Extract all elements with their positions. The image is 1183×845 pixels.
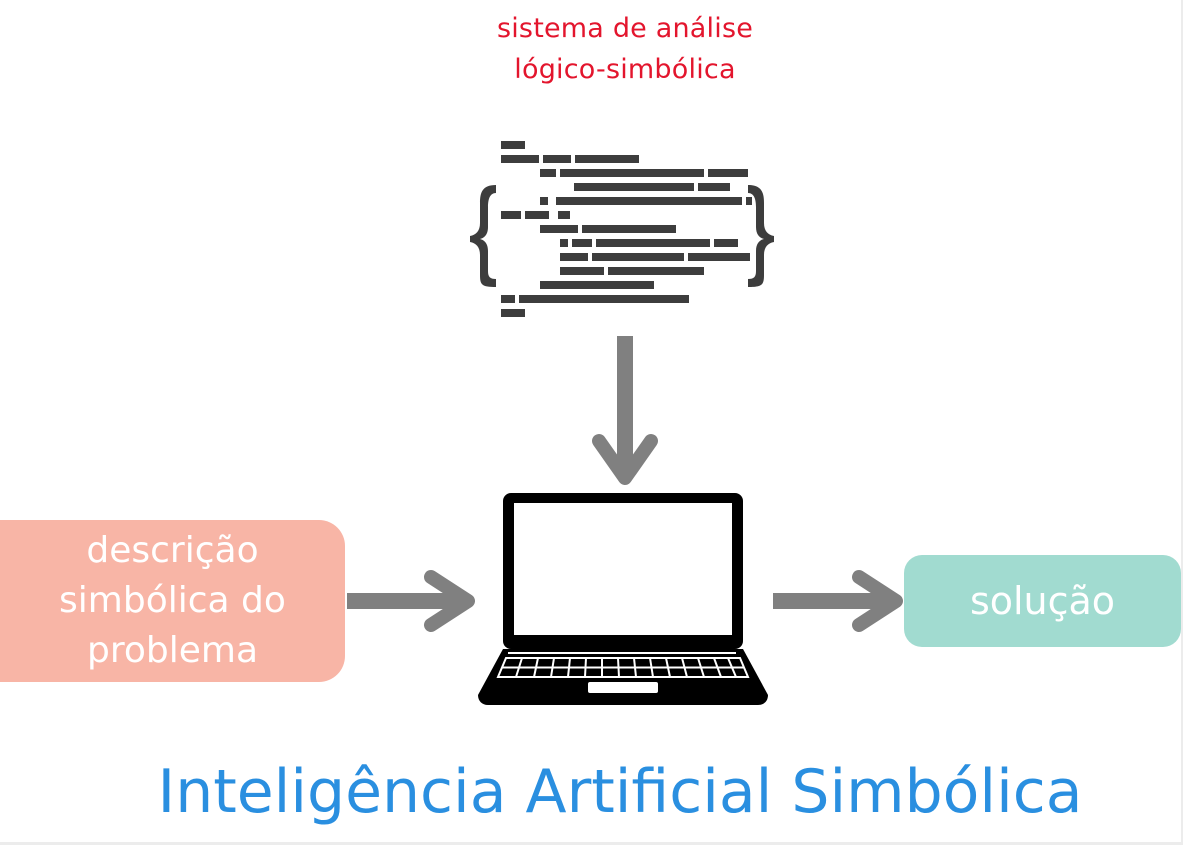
code-braces-icon: [470, 141, 774, 317]
system-label-line2: lógico-simbólica: [514, 54, 736, 85]
left-brace: [470, 185, 496, 287]
input-line1: descrição: [86, 530, 259, 571]
arrows-layer: [347, 336, 903, 632]
system-label-line1: sistema de análise: [496, 13, 754, 44]
arrow-system-to-laptop: [592, 336, 658, 485]
problem-description-box: descrição simbólica do problema: [0, 520, 345, 682]
arrow-laptop-to-output: [773, 570, 903, 632]
system-label: sistema de análise lógico-simbólica: [440, 8, 810, 90]
input-line3: problema: [86, 630, 259, 671]
page-title: Inteligência Artificial Simbólica: [157, 757, 1083, 827]
laptop-icon: [478, 493, 768, 705]
input-line2: simbólica do: [59, 580, 286, 621]
solution-label: solução: [969, 579, 1116, 623]
arrow-input-to-laptop: [347, 570, 475, 632]
solution-box: solução: [904, 555, 1181, 647]
